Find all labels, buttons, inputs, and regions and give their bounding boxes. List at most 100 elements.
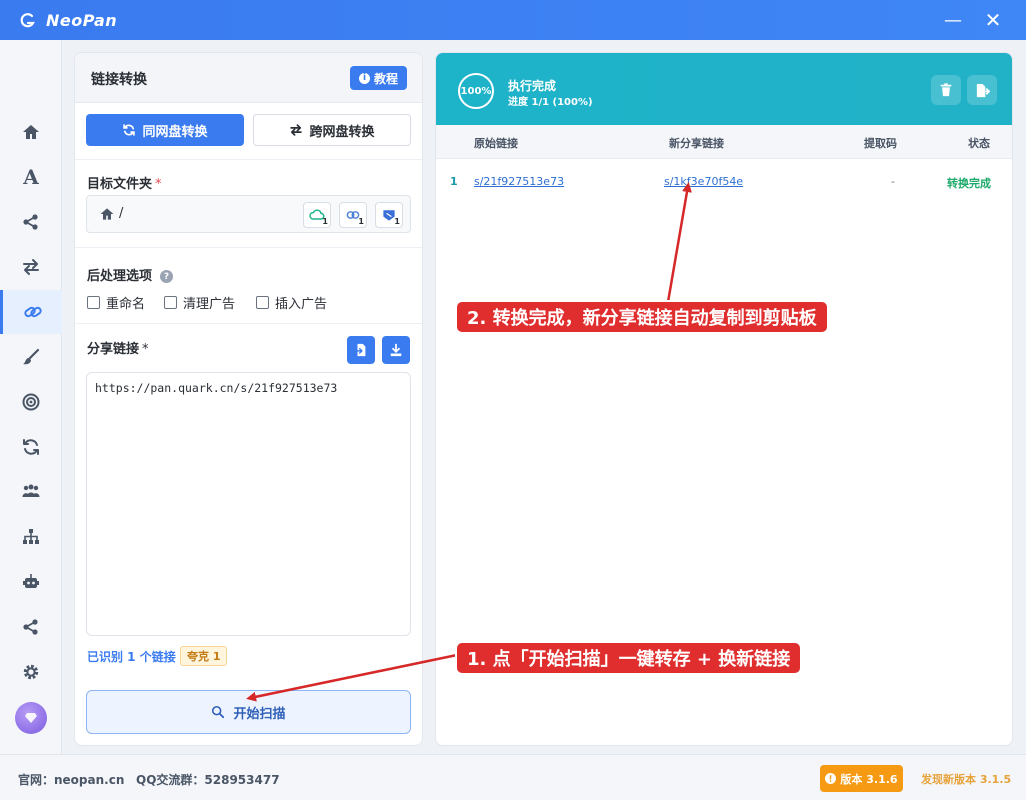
link-convert-panel: 链接转换 i 教程 同网盘转换 跨网盘转换 目标文件夹 * / 1 1 1 后处… xyxy=(74,52,423,746)
sidebar-item-structure[interactable] xyxy=(0,515,62,559)
qq-group-text: QQ交流群：528953477 xyxy=(136,773,280,787)
divider xyxy=(75,247,422,248)
folder-path: / xyxy=(119,206,124,221)
download-icon xyxy=(390,343,402,357)
title-bar: NeoPan — ✕ xyxy=(0,0,1026,40)
checkbox-box[interactable] xyxy=(256,296,269,309)
sidebar-item-target[interactable] xyxy=(0,380,62,424)
detected-count: 已识别 1 个链接 xyxy=(87,650,176,664)
annotation-step-2: 2. 转换完成，新分享链接自动复制到剪贴板 xyxy=(457,302,827,332)
sidebar-item-share[interactable] xyxy=(0,200,62,244)
trash-icon xyxy=(940,83,952,97)
sidebar-item-clean[interactable] xyxy=(0,335,62,379)
app-logo-icon xyxy=(16,8,40,32)
cloud-select-button-2[interactable]: 1 xyxy=(339,202,367,228)
sidebar-item-robot[interactable] xyxy=(0,560,62,604)
search-icon xyxy=(212,705,225,719)
version-button[interactable]: 版本 3.1.6 xyxy=(820,765,903,792)
status-bar: 官网：neopan.cn QQ交流群：528953477 版本 3.1.6 发现… xyxy=(0,754,1026,800)
avatar[interactable] xyxy=(15,702,47,734)
version-label: 版本 3.1.6 xyxy=(840,772,898,786)
quark-badge: 夸克 1 xyxy=(180,646,228,666)
cloud-badge-1: 1 xyxy=(322,217,328,226)
font-icon: A xyxy=(23,165,39,189)
same-pan-convert-button[interactable]: 同网盘转换 xyxy=(86,114,244,146)
insert-ads-checkbox[interactable]: 插入广告 xyxy=(256,293,327,312)
extract-code: - xyxy=(891,175,895,188)
target-folder-field[interactable]: / 1 1 1 xyxy=(86,195,411,233)
cloud-select-button-3[interactable]: 1 xyxy=(375,202,403,228)
export-file-icon xyxy=(976,83,990,97)
rename-checkbox[interactable]: 重命名 xyxy=(87,293,145,312)
status-progress: 进度 1/1 (100%) xyxy=(508,97,593,108)
required-mark: * xyxy=(155,177,162,192)
cloud-badge-2: 1 xyxy=(358,217,364,226)
clean-ads-checkbox[interactable]: 清理广告 xyxy=(164,293,235,312)
clear-button[interactable] xyxy=(931,75,961,105)
post-options-label: 后处理选项? xyxy=(87,265,174,284)
target-icon xyxy=(22,393,40,411)
new-share-link[interactable]: s/1kf3e70f54e xyxy=(664,175,743,188)
annotation-step-1: 1. 点「开始扫描」一键转存 + 换新链接 xyxy=(457,643,801,673)
import-file-icon xyxy=(355,343,366,357)
help-icon[interactable]: ? xyxy=(160,270,174,283)
exchange-icon xyxy=(290,124,303,136)
sync-icon xyxy=(23,439,39,455)
row-index: 1 xyxy=(450,175,458,188)
gem-icon xyxy=(25,713,37,723)
home-icon xyxy=(23,125,39,139)
sidebar-item-home[interactable] xyxy=(0,110,62,154)
target-folder-label: 目标文件夹 * xyxy=(87,177,162,192)
users-icon xyxy=(22,484,40,497)
column-original: 原始链接 xyxy=(474,137,518,150)
original-link[interactable]: s/21f927513e73 xyxy=(474,175,564,188)
start-scan-button[interactable]: 开始扫描 xyxy=(86,690,411,734)
robot-icon xyxy=(23,574,39,588)
home-icon xyxy=(100,208,114,220)
sidebar-item-sync[interactable] xyxy=(0,425,62,469)
paste-button[interactable] xyxy=(347,336,375,364)
scan-label: 开始扫描 xyxy=(233,706,286,722)
transfer-icon xyxy=(23,259,39,275)
sidebar-item-share-2[interactable] xyxy=(0,605,62,649)
sync-icon xyxy=(123,124,136,136)
sidebar-item-users[interactable] xyxy=(0,470,62,514)
website-text[interactable]: 官网：neopan.cn xyxy=(18,771,124,788)
download-button[interactable] xyxy=(382,336,410,364)
divider xyxy=(75,159,422,160)
new-version-notice[interactable]: 发现新版本 3.1.5 xyxy=(921,771,1011,787)
same-pan-label: 同网盘转换 xyxy=(142,124,208,140)
brush-icon xyxy=(23,348,40,365)
checkbox-box[interactable] xyxy=(164,296,177,309)
sidebar-item-settings[interactable] xyxy=(0,650,62,694)
share-icon xyxy=(23,214,38,230)
cross-pan-convert-button[interactable]: 跨网盘转换 xyxy=(253,114,411,146)
sidebar-item-transfer[interactable] xyxy=(0,245,62,289)
sidebar-item-font[interactable]: A xyxy=(0,155,62,199)
gear-icon xyxy=(23,664,39,680)
sidebar-item-link-convert[interactable] xyxy=(0,290,62,334)
sidebar: A xyxy=(0,40,62,754)
cloud-select-button-1[interactable]: 1 xyxy=(303,202,331,228)
divider xyxy=(75,323,422,324)
tutorial-label: 教程 xyxy=(373,71,398,86)
progress-ring: 100% xyxy=(458,73,494,109)
share-nodes-icon xyxy=(23,619,38,635)
table-header: 原始链接 新分享链接 提取码 状态 xyxy=(436,125,1012,159)
cloud-badge-3: 1 xyxy=(394,217,400,226)
row-status: 转换完成 xyxy=(947,177,991,190)
panel-title: 链接转换 xyxy=(91,72,147,88)
result-header: 100% 执行完成 进度 1/1 (100%) xyxy=(436,53,1012,125)
export-button[interactable] xyxy=(967,75,997,105)
checkbox-box[interactable] xyxy=(87,296,100,309)
result-panel: 100% 执行完成 进度 1/1 (100%) 原始链接 新分享链接 提取码 状… xyxy=(435,52,1013,746)
tutorial-button[interactable]: i 教程 xyxy=(350,66,407,90)
cross-pan-label: 跨网盘转换 xyxy=(309,124,375,140)
status-title: 执行完成 xyxy=(508,79,557,93)
share-link-textarea[interactable]: https://pan.quark.cn/s/21f927513e73 xyxy=(86,372,411,636)
app-title: NeoPan xyxy=(46,10,118,30)
info-icon xyxy=(825,773,837,784)
share-link-label: 分享链接 * xyxy=(87,342,149,357)
close-button[interactable]: ✕ xyxy=(970,0,1016,40)
column-code: 提取码 xyxy=(864,137,897,150)
